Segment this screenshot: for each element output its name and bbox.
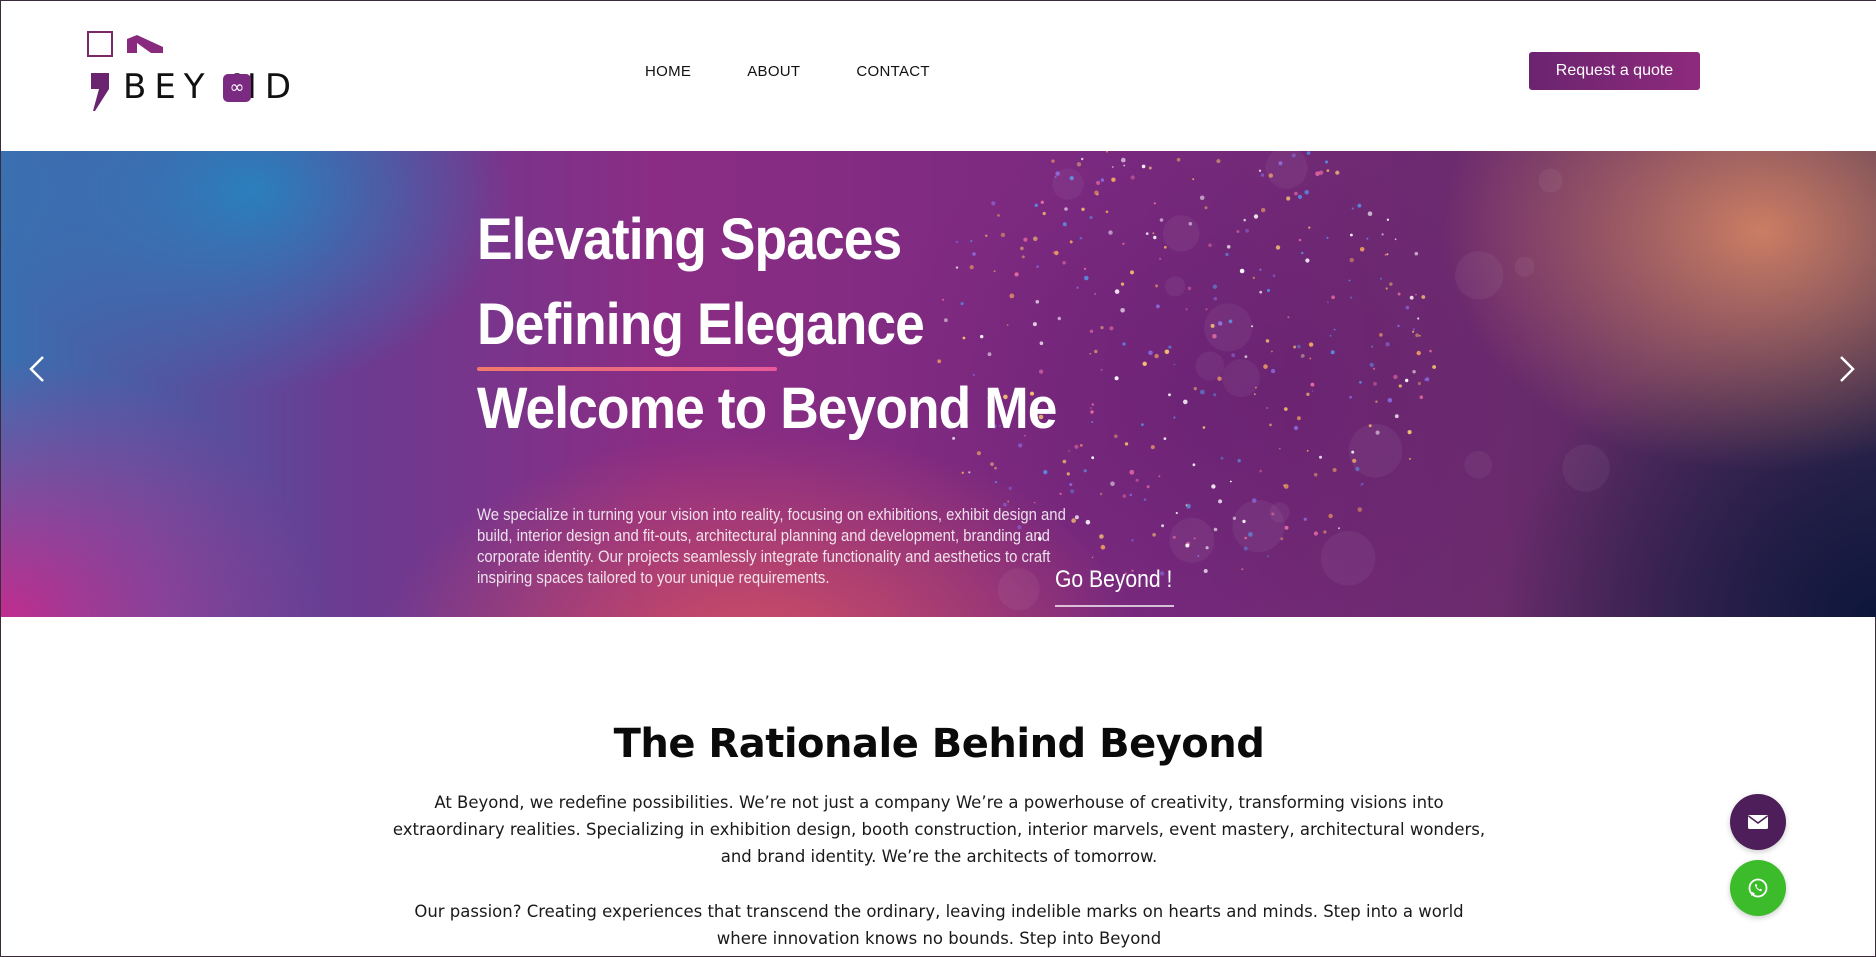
logo-wordmark: BEY ND: [123, 67, 299, 107]
logo-infinity-icon: ∞: [223, 74, 251, 102]
chevron-left-icon[interactable]: [21, 351, 57, 387]
mail-button[interactable]: [1730, 794, 1786, 850]
logo-comma-mark: [91, 73, 109, 111]
rationale-paragraph-1: At Beyond, we redefine possibilities. We…: [392, 793, 1486, 866]
nav-about[interactable]: ABOUT: [747, 63, 800, 80]
site-header: BEY ND ∞ HOME ABOUT CONTACT Request a qu…: [1, 1, 1876, 151]
mail-icon: [1748, 815, 1768, 829]
nav-contact[interactable]: CONTACT: [856, 63, 929, 80]
chevron-right-icon[interactable]: [1827, 351, 1863, 387]
hero-headline-1: Elevating Spaces: [477, 207, 902, 272]
nav-home[interactable]: HOME: [645, 63, 691, 80]
hero-underline: [477, 367, 777, 371]
hero-headline-2: Defining Elegance: [477, 292, 925, 357]
logo-roof-mark: [127, 35, 163, 53]
beyond-logo[interactable]: BEY ND ∞: [85, 29, 335, 115]
request-quote-button[interactable]: Request a quote: [1529, 52, 1700, 90]
main-nav: HOME ABOUT CONTACT: [645, 63, 930, 80]
rationale-title: The Rationale Behind Beyond: [613, 721, 1265, 767]
whatsapp-button[interactable]: [1730, 860, 1786, 916]
hero-banner: Elevating Spaces Defining Elegance Welco…: [1, 151, 1876, 617]
go-beyond-underline: [1055, 605, 1174, 607]
hero-description: We specialize in turning your vision int…: [477, 506, 1066, 587]
hero-headline-3: Welcome to Beyond Me: [477, 376, 1057, 441]
rationale-paragraph-2: Our passion? Creating experiences that t…: [414, 902, 1464, 948]
whatsapp-icon: [1748, 878, 1768, 898]
logo-square-mark: [87, 31, 113, 57]
go-beyond-link[interactable]: Go Beyond !: [1055, 566, 1172, 594]
